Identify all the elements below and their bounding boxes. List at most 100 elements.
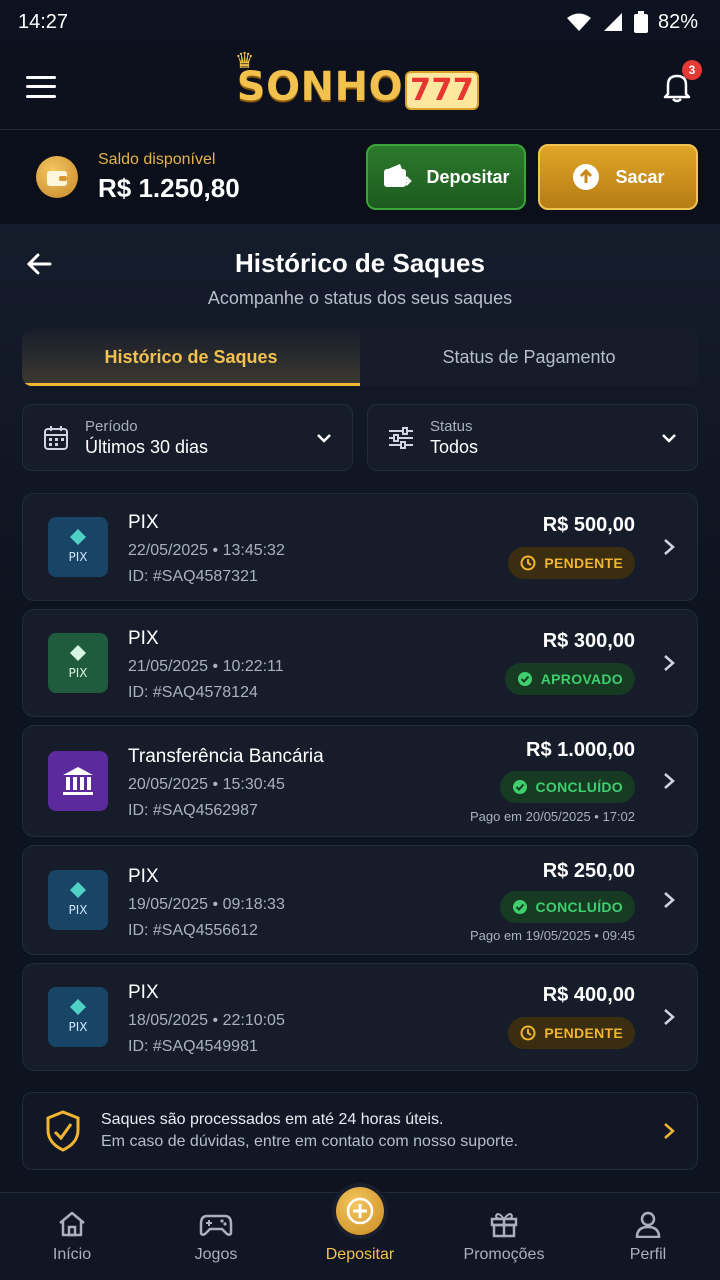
amount: R$ 300,00 (542, 630, 635, 652)
withdrawal-item[interactable]: PIX PIX 21/05/2025 • 10:22:11 ID: #SAQ45… (22, 609, 698, 717)
nav-deposit[interactable]: Depositar (288, 1187, 432, 1280)
sliders-icon (389, 426, 413, 449)
notifications-button[interactable]: 3 (660, 59, 702, 104)
bank-icon (48, 751, 108, 811)
nav-profile[interactable]: Perfil (576, 1193, 720, 1280)
calendar-icon (44, 425, 68, 450)
tab-bar: Histórico de Saques Status de Pagamento (22, 328, 698, 386)
withdraw-label: Sacar (615, 166, 665, 187)
nav-promotions[interactable]: Promoções (432, 1193, 576, 1280)
status-badge: APROVADO (504, 663, 635, 695)
transaction-date: 18/05/2025 • 22:10:05 (128, 1012, 285, 1029)
chevron-right-icon (664, 539, 675, 555)
status-filter[interactable]: Status Todos (367, 404, 698, 471)
method-name: PIX (128, 866, 159, 887)
support-notice[interactable]: Saques são processados em até 24 horas ú… (22, 1092, 698, 1170)
method-name: PIX (128, 628, 159, 649)
pix-icon: PIX (48, 870, 108, 930)
amount: R$ 500,00 (542, 514, 635, 536)
paid-date: Pago em 19/05/2025 • 09:45 (469, 928, 635, 943)
chevron-right-icon (664, 773, 675, 789)
notice-line-1: Saques são processados em até 24 horas ú… (101, 1111, 444, 1128)
svg-text:PIX: PIX (69, 550, 88, 564)
chevron-right-icon (664, 1123, 675, 1139)
amount: R$ 400,00 (542, 984, 635, 1006)
transaction-date: 20/05/2025 • 15:30:45 (128, 776, 285, 793)
status-icons: 82% (566, 11, 698, 34)
chevron-down-icon (662, 433, 676, 443)
nav-games-label: Jogos (194, 1246, 238, 1263)
deposit-button[interactable]: Depositar (366, 144, 526, 210)
shield-icon (46, 1110, 80, 1152)
menu-icon[interactable] (26, 75, 56, 98)
method-name: PIX (128, 982, 159, 1003)
chevron-right-icon (664, 1009, 675, 1025)
withdrawal-item[interactable]: PIX PIX 19/05/2025 • 09:18:33 ID: #SAQ45… (22, 845, 698, 955)
brand-logo[interactable]: ♛ SONHO 777 (235, 48, 480, 110)
transaction-id: ID: #SAQ4587321 (128, 568, 258, 585)
amount: R$ 1.000,00 (526, 739, 635, 761)
nav-deposit-label: Depositar (325, 1246, 395, 1263)
pix-icon: PIX (48, 633, 108, 693)
home-icon (59, 1211, 85, 1237)
balance-value: R$ 1.250,80 (98, 172, 240, 203)
status-badge: CONCLUÍDO (499, 891, 635, 923)
main-content: Histórico de Saques Acompanhe o status d… (0, 224, 720, 1192)
tab-payment-status[interactable]: Status de Pagamento (360, 328, 698, 386)
period-label: Período (85, 417, 138, 435)
battery-icon (633, 11, 648, 33)
nav-profile-label: Perfil (629, 1246, 667, 1263)
status-time: 14:27 (18, 10, 69, 33)
nav-home-label: Início (52, 1246, 92, 1263)
balance-bar: Saldo disponível R$ 1.250,80 Depositar S… (0, 130, 720, 224)
status-badge: CONCLUÍDO (499, 771, 635, 803)
bottom-nav: Início Jogos Depositar Promoções Perfil (0, 1187, 720, 1280)
transaction-id: ID: #SAQ4556612 (128, 922, 258, 939)
balance-label: Saldo disponível (98, 150, 216, 168)
transaction-date: 22/05/2025 • 13:45:32 (128, 542, 285, 559)
chevron-right-icon (664, 655, 675, 671)
gift-icon (490, 1213, 518, 1238)
pix-icon: PIX (48, 517, 108, 577)
deposit-wallet-icon (384, 164, 413, 187)
status-label: Status (430, 417, 473, 435)
clock-icon (520, 1025, 536, 1041)
page-title: Histórico de Saques (235, 248, 485, 278)
check-circle-icon (517, 672, 532, 686)
user-icon (635, 1211, 661, 1238)
amount: R$ 250,00 (542, 860, 635, 882)
transaction-id: ID: #SAQ4562987 (128, 802, 258, 819)
nav-home[interactable]: Início (0, 1193, 144, 1280)
clock-icon (520, 555, 536, 571)
status-bar: 14:27 82% (0, 0, 720, 44)
nav-games[interactable]: Jogos (144, 1193, 288, 1280)
wifi-icon (566, 13, 591, 31)
status-value: Todos (430, 436, 479, 457)
period-filter[interactable]: Período Últimos 30 dias (22, 404, 353, 471)
wallet-icon (36, 156, 78, 198)
svg-text:PIX: PIX (69, 666, 88, 680)
page-subtitle: Acompanhe o status dos seus saques (207, 288, 513, 308)
withdrawal-item[interactable]: Transferência Bancária 20/05/2025 • 15:3… (22, 725, 698, 837)
withdrawal-item[interactable]: PIX PIX 18/05/2025 • 22:10:05 ID: #SAQ45… (22, 963, 698, 1071)
withdraw-button[interactable]: Sacar (538, 144, 698, 210)
app-header: ♛ SONHO 777 3 (0, 44, 720, 130)
withdraw-icon (573, 164, 600, 190)
chevron-right-icon (664, 892, 675, 908)
notice-line-2: Em caso de dúvidas, entre em contato com… (101, 1133, 519, 1150)
logo-text: SONHO (236, 63, 404, 110)
notification-badge: 3 (682, 59, 702, 80)
svg-text:PIX: PIX (69, 903, 88, 917)
transaction-date: 21/05/2025 • 10:22:11 (128, 658, 284, 675)
transaction-date: 19/05/2025 • 09:18:33 (128, 896, 285, 913)
chevron-down-icon (317, 433, 331, 443)
pix-icon: PIX (48, 987, 108, 1047)
withdrawal-item[interactable]: PIX PIX 22/05/2025 • 13:45:32 ID: #SAQ45… (22, 493, 698, 601)
tab-withdraw-history[interactable]: Histórico de Saques (22, 328, 360, 386)
nav-promotions-label: Promoções (463, 1246, 545, 1263)
plus-circle-icon (336, 1187, 384, 1235)
period-value: Últimos 30 dias (85, 436, 209, 457)
logo-number: 777 (405, 70, 480, 110)
deposit-label: Depositar (426, 166, 510, 187)
method-name: PIX (128, 512, 159, 533)
